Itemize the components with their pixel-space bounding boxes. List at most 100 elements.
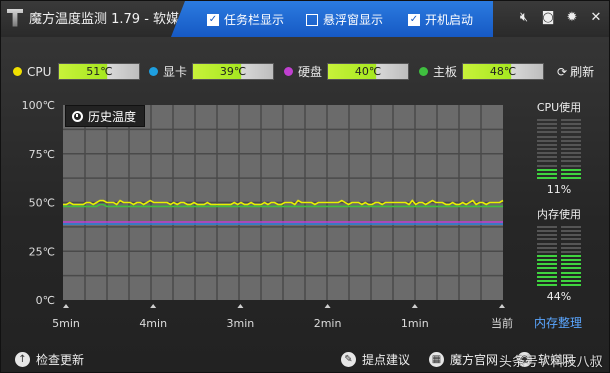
floating-window-option[interactable]: ✓ 悬浮窗显示 [306, 11, 383, 28]
pen-icon: ✎ [341, 352, 356, 367]
refresh-button[interactable]: ⟳ 刷新 [557, 63, 594, 80]
cpu-usage-label: CPU使用 [536, 101, 582, 114]
meter-segment [561, 143, 581, 146]
speaker-icon[interactable]: 🔇︎ [517, 11, 531, 25]
meter-segment [561, 123, 581, 126]
gpu-temp-bar: 39℃ [192, 63, 275, 80]
board-temp: 主板 48℃ [419, 63, 545, 80]
x-tick-marker [499, 304, 505, 308]
y-tick-label: 25℃ [29, 245, 55, 258]
meter-segment [561, 279, 581, 282]
meter-segment [561, 242, 581, 245]
taskbar-display-option[interactable]: ✓ 任务栏显示 [207, 11, 284, 28]
meter-column [537, 119, 557, 179]
upload-icon: ↑ [15, 352, 30, 367]
cpu-temp-value: 51℃ [86, 65, 113, 78]
feedback-button[interactable]: ✎ 提点建议 [341, 351, 410, 368]
floating-window-checkbox[interactable]: ✓ [306, 13, 318, 26]
x-tick-marker [237, 304, 244, 308]
meter-segment [537, 267, 557, 270]
meter-segment [561, 275, 581, 278]
grid-icon: ▦ [429, 352, 444, 367]
meter-segment [561, 246, 581, 249]
floating-window-label: 悬浮窗显示 [323, 13, 384, 27]
gpu-temp-value: 39℃ [219, 65, 247, 78]
temperature-row: CPU 51℃ 显卡 39℃ 硬盘 40℃ 主板 48℃ ⟳ 刷新 [13, 63, 603, 81]
memory-clean-link[interactable]: 内存整理 [534, 314, 582, 331]
x-tick-label: 5min [52, 317, 80, 329]
gpu-temp: 显卡 39℃ [149, 63, 275, 80]
history-label-text: 历史温度 [88, 109, 137, 124]
meter-segment [561, 267, 581, 270]
gpu-dot-icon [149, 67, 158, 76]
refresh-label: 刷新 [570, 65, 595, 79]
app-logo-icon [7, 8, 23, 27]
meter-segment [561, 271, 581, 274]
x-tick-marker [411, 304, 418, 308]
x-tick-label: 4min [139, 317, 167, 329]
x-tick-label: 当前 [491, 316, 513, 329]
close-icon[interactable]: ✕ [589, 11, 603, 25]
disk-label: 硬盘 [298, 65, 323, 79]
check-update-label: 检查更新 [36, 353, 85, 367]
autostart-checkbox[interactable]: ✓ [408, 13, 420, 26]
x-tick-marker [324, 304, 331, 308]
meter-segment [537, 259, 557, 262]
meter-segment [537, 176, 557, 179]
memory-usage-panel: 内存使用 44% [529, 206, 589, 303]
meter-segment [561, 226, 581, 228]
board-temp-value: 48℃ [489, 65, 517, 78]
screenshot-icon[interactable]: ◙ [541, 11, 555, 25]
x-tick-marker [150, 304, 157, 308]
meter-column [537, 226, 557, 286]
meter-segment [537, 230, 557, 233]
meter-segment [537, 131, 557, 134]
meter-segment [561, 131, 581, 134]
history-chart: 100℃ 75℃ 50℃ 25℃ 0℃ 5min 4min 3min 2min 1min 当前 [1, 99, 521, 329]
board-label: 主板 [433, 65, 458, 79]
board-dot-icon [419, 67, 428, 76]
taskbar-display-checkbox[interactable]: ✓ [207, 13, 219, 26]
meter-segment [537, 172, 557, 175]
meter-segment [537, 143, 557, 146]
app-title: 魔方温度监测 1.79 - 软媒 [7, 8, 179, 27]
disk-temp-value: 40℃ [354, 65, 382, 78]
meter-segment [561, 230, 581, 233]
meter-segment [537, 135, 557, 138]
cpu-temp-bar: 51℃ [58, 63, 141, 80]
meter-segment [537, 164, 557, 167]
meter-segment [537, 250, 557, 253]
meter-segment [537, 139, 557, 142]
meter-column [561, 226, 581, 286]
meter-segment [561, 135, 581, 138]
app-title-text: 魔方温度监测 1.79 - 软媒 [29, 12, 180, 27]
cpu-usage-panel: CPU使用 11% [529, 99, 589, 196]
x-tick-marker [63, 304, 69, 308]
disk-dot-icon [284, 67, 293, 76]
check-update-button[interactable]: ↑ 检查更新 [15, 351, 84, 368]
meter-segment [537, 152, 557, 155]
meter-segment [537, 279, 557, 282]
meter-segment [561, 254, 581, 257]
official-site-label: 魔方官网 [450, 353, 499, 367]
autostart-option[interactable]: ✓ 开机启动 [408, 11, 473, 28]
meter-segment [561, 263, 581, 266]
meter-segment [561, 164, 581, 167]
meter-segment [561, 176, 581, 179]
clock-icon [72, 110, 83, 122]
x-tick-label: 1min [401, 317, 429, 329]
meter-segment [537, 127, 557, 130]
cpu-dot-icon [13, 67, 22, 76]
meter-column [561, 119, 581, 179]
official-site-button[interactable]: ▦ 魔方官网 [429, 351, 498, 368]
x-tick-label: 3min [227, 317, 255, 329]
meter-segment [537, 168, 557, 171]
memory-usage-label: 内存使用 [537, 208, 581, 221]
meter-segment [537, 275, 557, 278]
y-tick-label: 75℃ [29, 148, 55, 161]
meter-segment [561, 127, 581, 130]
settings-icon[interactable]: ✹ [565, 11, 579, 25]
cpu-label: CPU [27, 64, 52, 79]
disk-temp-bar: 40℃ [327, 63, 410, 80]
board-temp-bar: 48℃ [462, 63, 545, 80]
